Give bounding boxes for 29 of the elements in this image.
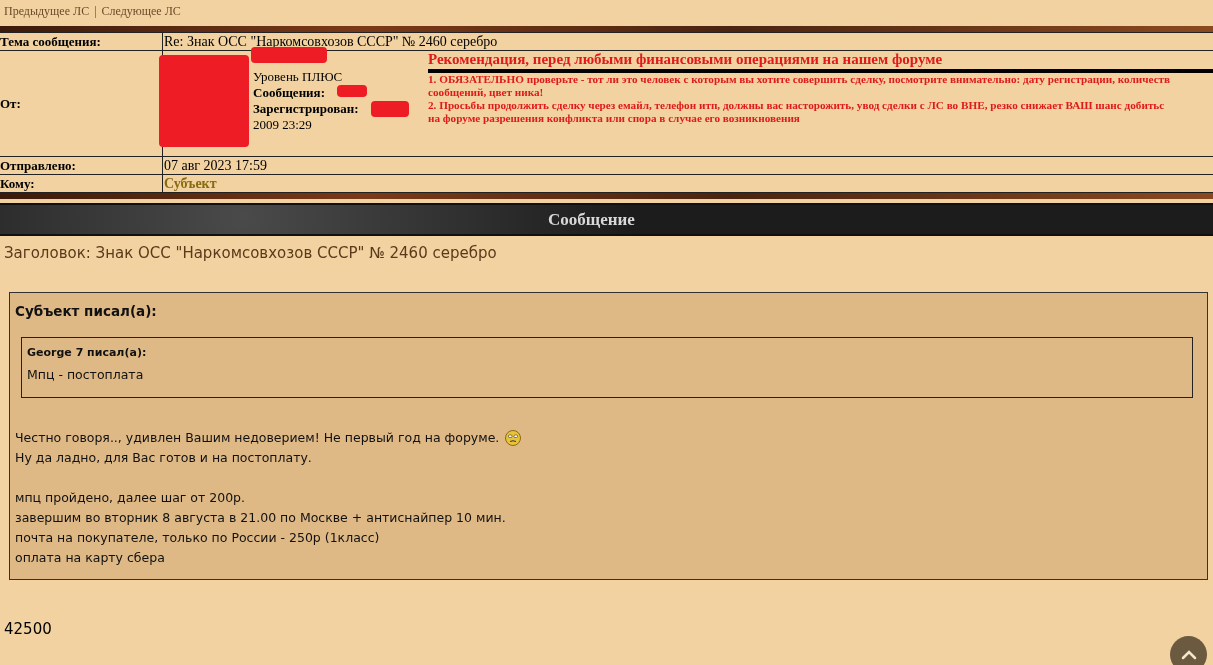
registered-label: Зарегистрирован: [253,101,359,117]
banner-title: Сообщение [548,209,635,230]
field-label: Кому: [0,174,163,192]
nav-separator: | [94,4,97,19]
message-text: 42500 [4,620,52,638]
notice-text: 1. ОБЯЗАТЕЛЬНО проверьте - тот ли это человек с которым вы хотите совершить сделку, посмотрите внимательно: дату регистрации, количеств [428,73,1172,86]
message-text: почта на покупателе, только по России - 250р (1класс) [15,529,380,547]
notice-text: на форуме разрешения конфликта или спора в случае его возникновения [428,112,801,125]
messages-label: Сообщения: [253,85,325,101]
user-level: Уровень ПЛЮС [253,69,343,85]
recipient-link[interactable]: Субъект [163,174,1213,192]
message-text: завершим во вторник 8 августа в 21.00 по Москве + антиснайпер 10 мин. [15,509,506,527]
message-text: мпц пройдено, далее шаг от 200р. [15,489,246,507]
nav-link[interactable]: Следующее ЛС [101,4,181,19]
message-text: Ну да ладно, для Вас готов и на постоплату. [15,449,312,467]
registered-time: 2009 23:29 [253,117,312,133]
nav-link[interactable]: Предыдущее ЛС [4,4,90,19]
quote-author: Субъект писал(а): [15,303,157,319]
message-text: Честно говоря.., удивлен Вашим недоверием! Не первый год на форуме. [15,429,500,447]
notice-text: сообщений, цвет ника! [428,86,545,99]
quote-text: Мпц - постоплата [27,367,144,382]
message-heading: Заголовок: Знак ОСС "Наркомсовхозов СССР" № 2460 серебро [4,244,497,262]
field-label: Отправлено: [0,156,163,174]
quote-author: George 7 писал(а): [27,346,147,359]
notice-text: 2. Просьбы продолжить сделку через емайл, телефон итп, должны вас насторожить, увод сделки с ЛС во ВНЕ, резко снижает ВАШ шанс добитьс [428,99,1166,112]
sent-date: 07 авг 2023 17:59 [163,156,1213,174]
message-text: оплата на карту сбера [15,549,165,567]
notice-title: Рекомендация, перед любыми финансовыми операциями на нашем форуме [428,51,1213,73]
field-label: Тема сообщения: [0,32,163,50]
